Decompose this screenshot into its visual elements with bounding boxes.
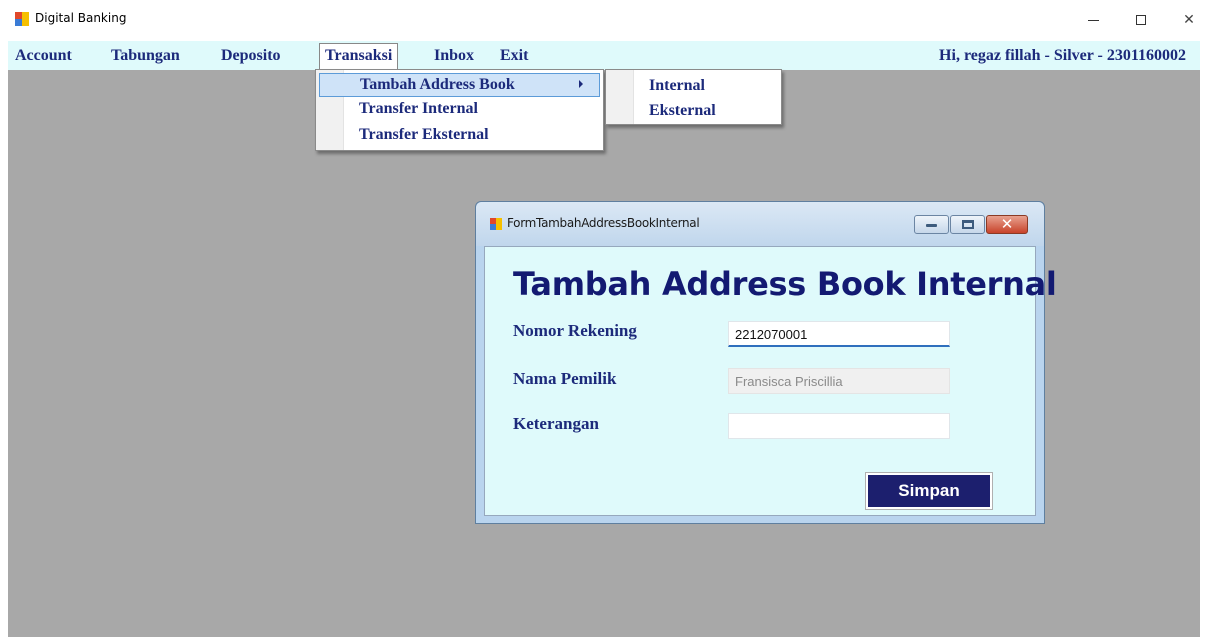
menu-transaksi[interactable]: Transaksi	[319, 43, 399, 70]
child-form-window: FormTambahAddressBookInternal ✕ Tambah A…	[475, 201, 1057, 524]
form-icon	[490, 218, 502, 230]
minimize-icon	[926, 224, 937, 227]
child-minimize-button[interactable]	[914, 215, 949, 234]
child-maximize-button[interactable]	[950, 215, 985, 234]
minimize-button[interactable]	[1070, 4, 1116, 36]
window-titlebar: Digital Banking ✕	[0, 0, 1208, 40]
close-button[interactable]: ✕	[1166, 4, 1208, 36]
child-close-button[interactable]: ✕	[986, 215, 1028, 234]
menu-bar: Account Tabungan Deposito Transaksi Inbo…	[8, 41, 1200, 70]
minimize-icon	[1087, 19, 1099, 21]
app-icon	[15, 12, 29, 26]
maximize-button[interactable]	[1118, 4, 1164, 36]
menu-exit[interactable]: Exit	[500, 45, 528, 69]
keterangan-label: Keterangan	[513, 414, 599, 433]
menu-item-tambah-address-book[interactable]: Tambah Address Book	[319, 73, 600, 97]
menu-tabungan[interactable]: Tabungan	[111, 45, 180, 69]
menu-deposito[interactable]: Deposito	[221, 45, 281, 69]
nomor-rekening-input[interactable]: 2212070001	[728, 321, 950, 347]
close-icon: ✕	[1000, 215, 1014, 233]
submenu-item-eksternal[interactable]: Eksternal	[649, 100, 716, 122]
menu-item-label: Tambah Address Book	[360, 76, 515, 93]
nomor-rekening-label: Nomor Rekening	[513, 321, 637, 340]
transaksi-dropdown: Tambah Address Book Transfer Internal Tr…	[315, 69, 604, 151]
user-greeting: Hi, regaz fillah - Silver - 2301160002	[939, 47, 1186, 64]
maximize-icon	[962, 220, 974, 229]
maximize-icon	[1136, 15, 1146, 25]
menu-account[interactable]: Account	[15, 45, 72, 69]
address-book-submenu: Internal Eksternal	[605, 69, 782, 125]
close-icon: ✕	[1183, 12, 1195, 28]
child-window-title: FormTambahAddressBookInternal	[507, 216, 700, 230]
menu-item-transfer-internal[interactable]: Transfer Internal	[319, 98, 600, 122]
simpan-button[interactable]: Simpan	[865, 472, 993, 510]
window-title: Digital Banking	[35, 11, 127, 25]
submenu-arrow-icon	[579, 80, 583, 88]
keterangan-input[interactable]	[728, 413, 950, 439]
menu-inbox[interactable]: Inbox	[434, 45, 474, 69]
submenu-item-internal[interactable]: Internal	[649, 75, 705, 97]
form-heading: Tambah Address Book Internal	[513, 265, 1057, 303]
nama-pemilik-input: Fransisca Priscillia	[728, 368, 950, 394]
nama-pemilik-label: Nama Pemilik	[513, 369, 617, 388]
menu-item-transfer-eksternal[interactable]: Transfer Eksternal	[319, 124, 600, 148]
form-client-area: Tambah Address Book Internal Nomor Reken…	[484, 246, 1057, 516]
child-titlebar[interactable]: FormTambahAddressBookInternal ✕	[476, 202, 1044, 246]
